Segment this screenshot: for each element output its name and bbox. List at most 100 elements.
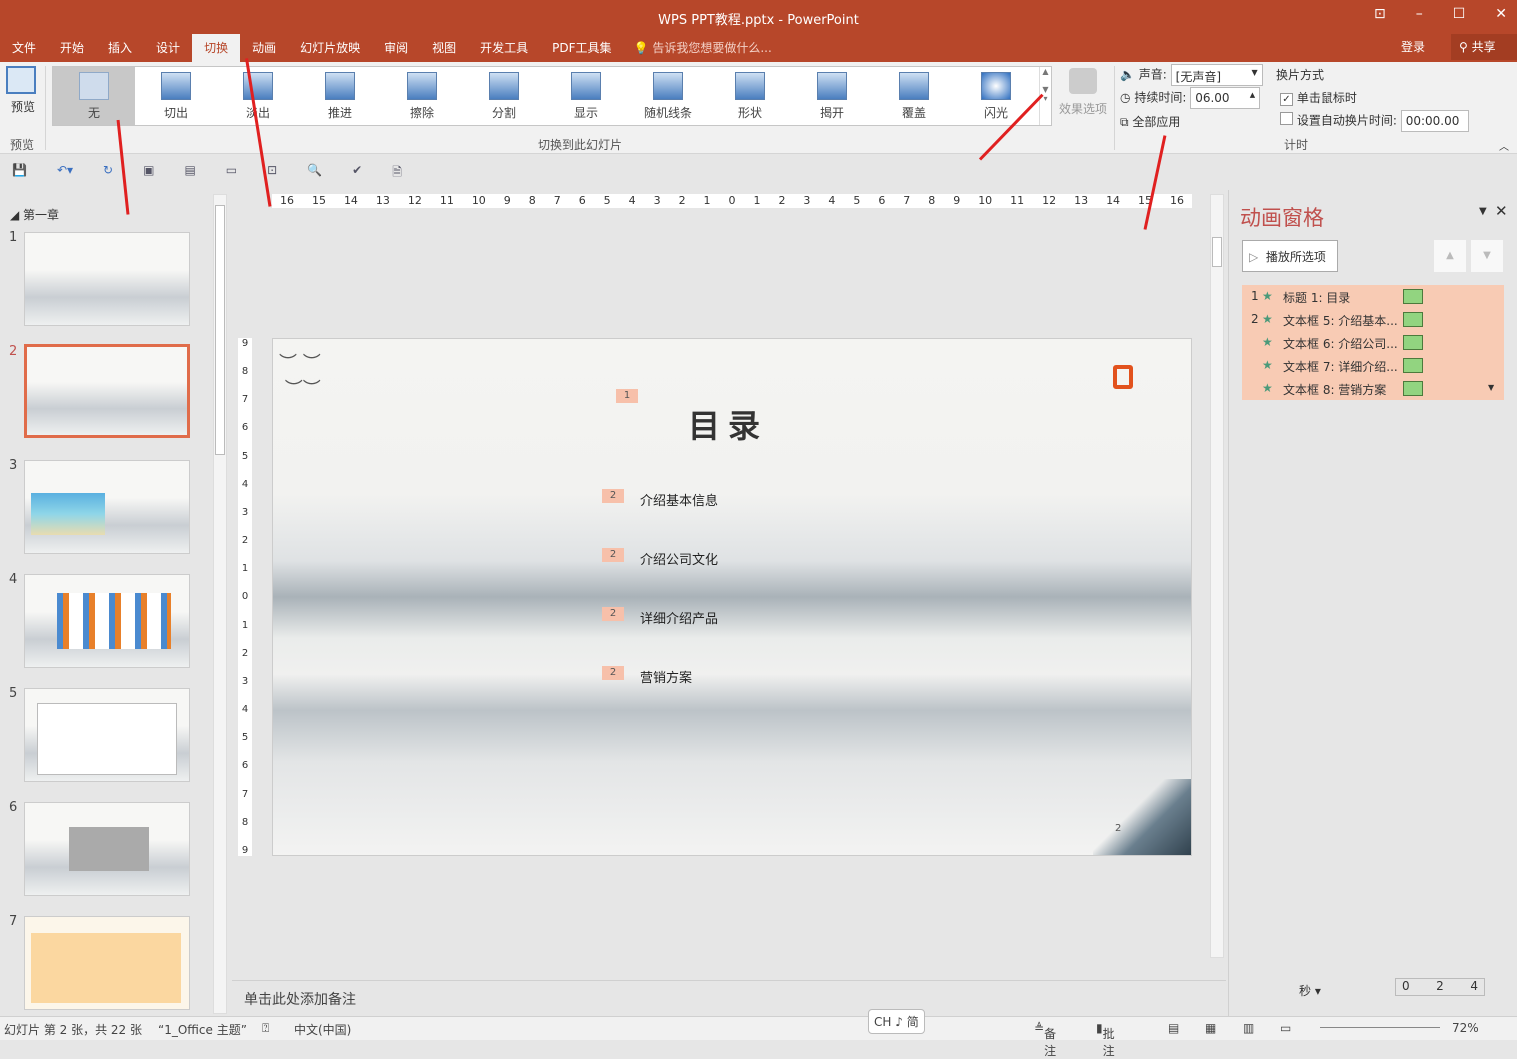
tab-pdf-tools[interactable]: PDF工具集 [540, 34, 623, 62]
tab-review[interactable]: 审阅 [372, 34, 420, 62]
notes-toggle[interactable]: ≜ 备注 [1034, 1021, 1056, 1058]
slide-thumbnail-3[interactable] [24, 460, 190, 554]
tab-view[interactable]: 视图 [420, 34, 468, 62]
animation-item[interactable]: 2 ★ 文本框 5: 介绍基本... [1242, 308, 1504, 331]
slideshow-view-icon[interactable]: ▭ [1280, 1021, 1291, 1035]
slide-thumbnail-5[interactable] [24, 688, 190, 782]
section-header[interactable]: ◢ 第一章 [10, 206, 59, 223]
slide-item[interactable]: 营销方案 [640, 667, 692, 686]
transition-flash[interactable]: 闪光 [955, 67, 1037, 125]
transition-reveal[interactable]: 显示 [545, 67, 627, 125]
document-icon[interactable]: 🗎 [392, 163, 402, 182]
ruler-tick: 3 [241, 506, 249, 518]
tab-developer[interactable]: 开发工具 [468, 34, 540, 62]
apply-all-button[interactable]: ⧉ 全部应用 [1120, 113, 1180, 130]
undo-icon[interactable]: ↶▾ [57, 163, 73, 182]
presenter-icon[interactable]: ⊡ [267, 163, 277, 182]
transition-wipe[interactable]: 擦除 [381, 67, 463, 125]
close-button[interactable]: ✕ [1495, 6, 1507, 22]
play-selected-button[interactable]: ▷ 播放所选项 [1242, 240, 1338, 272]
normal-view-icon[interactable]: ▤ [1168, 1021, 1179, 1035]
sound-dropdown[interactable]: [无声音] ▼ [1170, 64, 1263, 86]
editor-scrollbar[interactable] [1210, 194, 1224, 958]
slide-thumbnail-1[interactable] [24, 232, 190, 326]
theme-name: “1_Office 主题” [158, 1023, 247, 1037]
tab-design[interactable]: 设计 [144, 34, 192, 62]
redo-icon[interactable]: ↻ [103, 163, 113, 182]
tab-insert[interactable]: 插入 [96, 34, 144, 62]
apply-all-icon: ⧉ [1120, 115, 1129, 129]
slide-thumbnail-7[interactable] [24, 916, 190, 1010]
preview-button[interactable]: 预览 [6, 66, 40, 115]
transition-none[interactable]: 无 [53, 67, 135, 125]
play-icon: ▷ [1249, 250, 1259, 264]
tell-me-search[interactable]: 💡 告诉我您想要做什么... [624, 34, 782, 62]
slide-canvas[interactable]: ︶ ︶ ︶︶ 1 目录 2 介绍基本信息 2 介绍公司文化 2 详细介绍产品 2… [272, 338, 1192, 856]
on-click-checkbox[interactable]: ✓ 单击鼠标时 [1280, 89, 1357, 106]
save-icon[interactable]: 💾 [12, 163, 27, 182]
tab-file[interactable]: 文件 [0, 34, 48, 62]
seconds-dropdown[interactable]: 秒 ▾ [1299, 982, 1321, 999]
ribbon-display-icon[interactable]: ⊡ [1374, 6, 1386, 22]
comments-toggle[interactable]: ▮ 批注 [1096, 1021, 1115, 1058]
text-box-icon[interactable]: ▤ [184, 163, 195, 182]
apply-all-label: 全部应用 [1132, 115, 1181, 129]
move-up-button[interactable]: ▲ [1434, 240, 1466, 272]
ruler-tick: 8 [928, 194, 936, 207]
language[interactable]: 中文(中国) [294, 1021, 351, 1038]
ruler-tick: 5 [603, 194, 611, 207]
move-down-button[interactable]: ▼ [1471, 240, 1503, 272]
ruler-tick: 8 [528, 194, 536, 207]
transition-random-bars[interactable]: 随机线条 [627, 67, 709, 125]
ruler-tick: 9 [241, 844, 249, 856]
auto-advance-time-input[interactable]: 00:00.00 [1400, 110, 1469, 132]
slide-sorter-icon[interactable]: ▦ [1205, 1021, 1216, 1035]
transition-fade[interactable]: 淡出 [217, 67, 299, 125]
animation-item[interactable]: ★ 文本框 7: 详细介绍... [1242, 354, 1504, 377]
slide-thumbnail-6[interactable] [24, 802, 190, 896]
slide-thumbnail-4[interactable] [24, 574, 190, 668]
duration-input[interactable]: 06.00 ▲ [1190, 87, 1261, 109]
transition-shape[interactable]: 形状 [709, 67, 791, 125]
print-preview-icon[interactable]: 🔍 [307, 163, 322, 182]
transition-push[interactable]: 推进 [299, 67, 381, 125]
slide-item[interactable]: 详细介绍产品 [640, 608, 718, 627]
slide-title[interactable]: 目录 [688, 401, 768, 447]
tab-slideshow[interactable]: 幻灯片放映 [288, 34, 372, 62]
slide-item[interactable]: 介绍公司文化 [640, 549, 718, 568]
plum-branch-decoration [1093, 779, 1191, 855]
auto-advance-checkbox[interactable]: 设置自动换片时间: 00:00.00 [1280, 110, 1469, 132]
transition-split[interactable]: 分割 [463, 67, 545, 125]
zoom-slider[interactable] [1320, 1027, 1440, 1028]
animation-item[interactable]: ★ 文本框 6: 介绍公司... [1242, 331, 1504, 354]
item-label: 文本框 6: 介绍公司... [1283, 337, 1398, 351]
slide-thumbnail-2[interactable] [24, 344, 190, 438]
maximize-button[interactable]: ☐ [1453, 6, 1466, 22]
share-button[interactable]: ⚲ 共享 [1451, 34, 1517, 60]
animation-item[interactable]: ★ 文本框 8: 营销方案 ▼ [1242, 377, 1504, 400]
new-slide-icon[interactable]: ▣ [143, 163, 154, 182]
transition-cut[interactable]: 切出 [135, 67, 217, 125]
spell-check-icon[interactable]: ✔ [352, 163, 362, 182]
animation-item[interactable]: 1 ★ 标题 1: 目录 [1242, 285, 1504, 308]
collapse-ribbon-icon[interactable]: ︿ [1499, 138, 1509, 153]
tab-transitions[interactable]: 切换 [192, 34, 241, 62]
minimize-button[interactable]: – [1416, 6, 1423, 22]
transition-cover[interactable]: 覆盖 [873, 67, 955, 125]
reading-view-icon[interactable]: ▥ [1243, 1021, 1254, 1035]
login-link[interactable]: 登录 [1401, 38, 1425, 55]
expand-icon[interactable]: ▼ [1488, 383, 1494, 392]
spell-check-status-icon[interactable]: ⍰ [262, 1021, 269, 1036]
notes-input[interactable]: 单击此处添加备注 [232, 980, 1226, 1014]
slideshow-icon[interactable]: ▭ [226, 163, 237, 182]
close-pane-icon[interactable]: ✕ [1495, 202, 1508, 220]
ime-indicator[interactable]: CH ♪ 简 [868, 1009, 925, 1034]
slide-item[interactable]: 介绍基本信息 [640, 490, 718, 509]
effect-options-button[interactable]: 效果选项 [1058, 68, 1108, 117]
tab-home[interactable]: 开始 [48, 34, 96, 62]
zoom-level[interactable]: 72% [1452, 1021, 1479, 1035]
thumbnails-scrollbar[interactable] [213, 194, 227, 1014]
title-bar: WPS PPT教程.pptx - PowerPoint ⊡ – ☐ ✕ 文件 开… [0, 0, 1517, 62]
pane-options-icon[interactable]: ▼ [1479, 206, 1487, 217]
transition-uncover[interactable]: 揭开 [791, 67, 873, 125]
